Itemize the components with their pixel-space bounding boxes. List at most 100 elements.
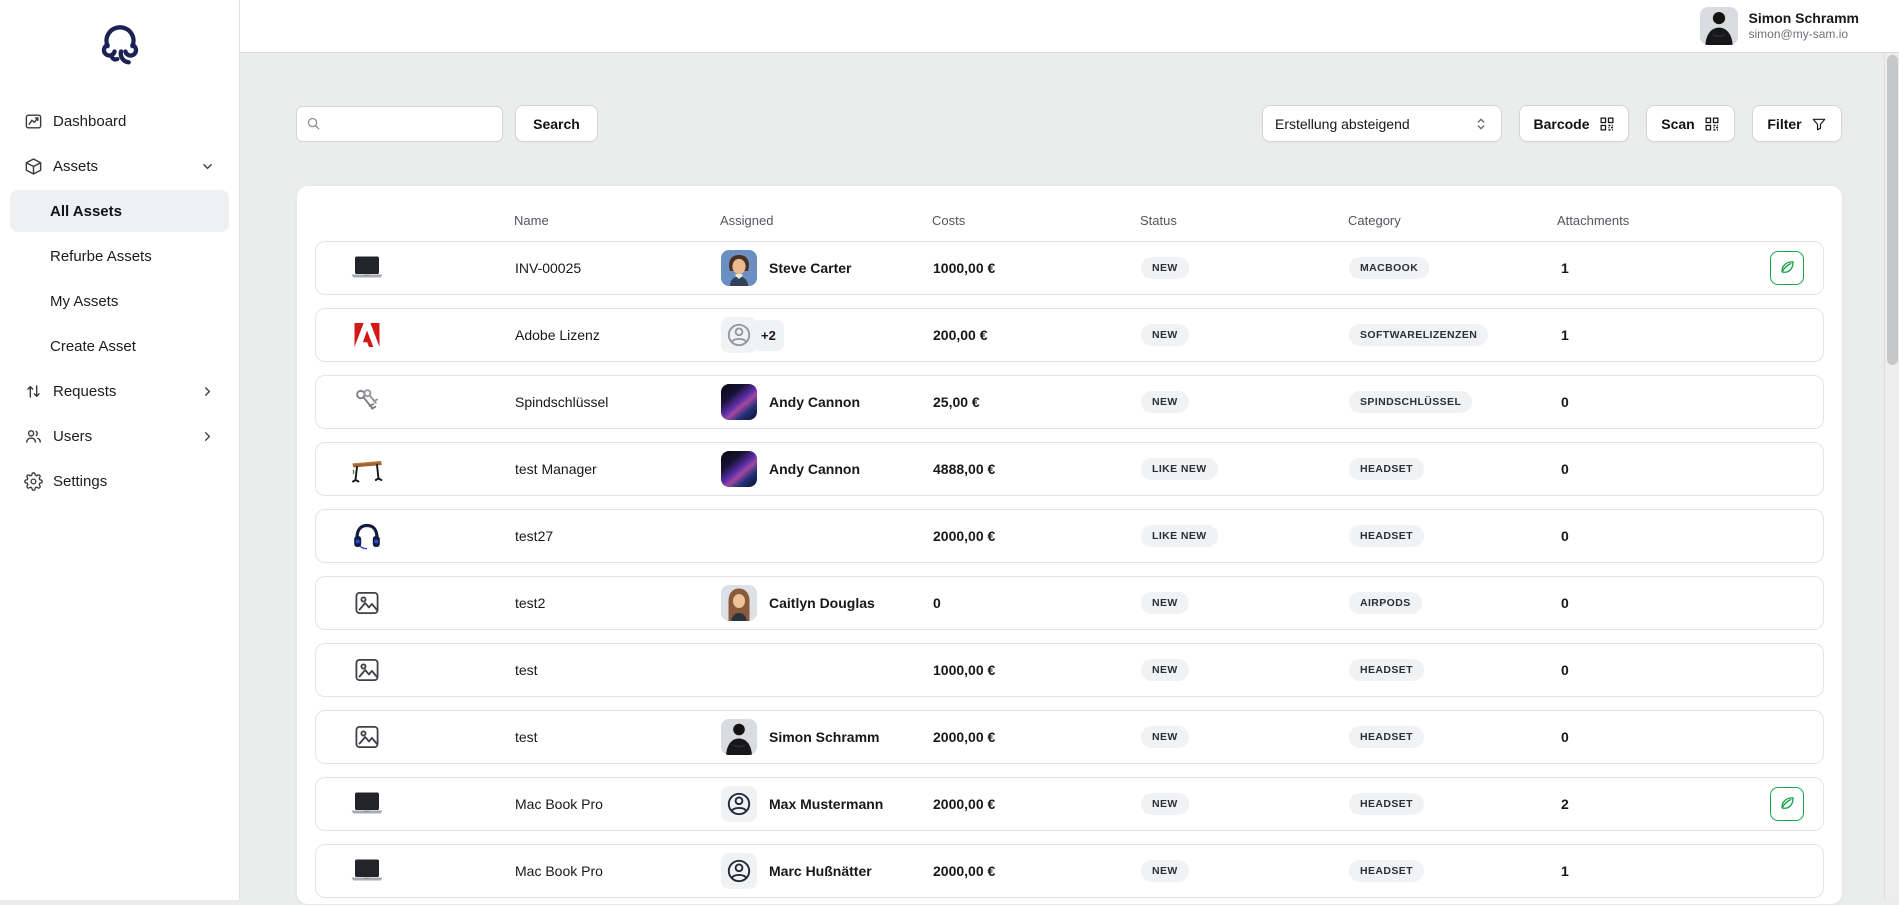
sidebar-item-dashboard[interactable]: Dashboard [10, 100, 229, 142]
gear-icon [24, 472, 43, 491]
sidebar-item-my-assets[interactable]: My Assets [10, 280, 229, 322]
sidebar-item-refurbe-assets[interactable]: Refurbe Assets [10, 235, 229, 277]
attachments-count: 1 [1558, 260, 1762, 276]
status-badge: NEW [1141, 257, 1189, 279]
sidebar-item-assets[interactable]: Assets [10, 145, 229, 187]
assets-table: NameAssignedCostsStatusCategoryAttachmen… [296, 185, 1843, 905]
table-row[interactable]: Mac Book Pro Max Mustermann 2000,00 € NE… [315, 777, 1824, 831]
sidebar-item-all-assets[interactable]: All Assets [10, 190, 229, 232]
barcode-button[interactable]: Barcode [1519, 105, 1629, 142]
user-menu[interactable]: Simon Schramm simon@my-sam.io [1700, 7, 1859, 45]
keys-thumbnail-icon [349, 384, 385, 420]
leaf-icon [1778, 258, 1796, 279]
sort-chevrons-icon [1473, 116, 1489, 132]
leaf-icon [1778, 794, 1796, 815]
column-header-name: Name [514, 213, 720, 228]
status-badge: NEW [1141, 726, 1189, 748]
status-badge: NEW [1141, 659, 1189, 681]
table-row[interactable]: test27 2000,00 € LIKE NEW HEADSET 0 [315, 509, 1824, 563]
assignee-avatar [721, 384, 757, 420]
attachments-count: 1 [1558, 327, 1762, 343]
asset-costs: 25,00 € [933, 394, 1141, 410]
qr-icon [1599, 116, 1615, 132]
user-email: simon@my-sam.io [1749, 27, 1859, 42]
attachments-count: 0 [1558, 394, 1762, 410]
search-button[interactable]: Search [515, 105, 598, 142]
category-badge: SPINDSCHLÜSSEL [1349, 391, 1472, 413]
assignee-name: Andy Cannon [769, 461, 860, 477]
category-badge: MACBOOK [1349, 257, 1429, 279]
filter-button[interactable]: Filter [1752, 105, 1842, 142]
table-row[interactable]: Adobe Lizenz +2 200,00 € NEW SOFTWARELIZ… [315, 308, 1824, 362]
scan-button[interactable]: Scan [1646, 105, 1735, 142]
asset-name: test Manager [515, 461, 721, 477]
vertical-scrollbar[interactable] [1884, 53, 1899, 900]
table-row[interactable]: INV-00025 Steve Carter 1000,00 € NEW MAC… [315, 241, 1824, 295]
asset-costs: 2000,00 € [933, 863, 1141, 879]
attachments-count: 2 [1558, 796, 1762, 812]
main-content: Search Erstellung absteigend Barcode Sca… [240, 53, 1899, 900]
asset-costs: 1000,00 € [933, 260, 1141, 276]
adobe-thumbnail-icon [349, 317, 385, 353]
column-header-status: Status [1140, 213, 1348, 228]
macbook-thumbnail-icon [349, 250, 385, 286]
headset-thumbnail-icon [349, 518, 385, 554]
table-row[interactable]: test Manager Andy Cannon 4888,00 € LIKE … [315, 442, 1824, 496]
category-badge: HEADSET [1349, 726, 1424, 748]
sidebar-item-settings[interactable]: Settings [10, 460, 229, 502]
category-badge: HEADSET [1349, 525, 1424, 547]
sidebar: Dashboard Assets All Assets Refurbe Asse… [0, 0, 240, 900]
assignee-avatar [721, 451, 757, 487]
topbar: Simon Schramm simon@my-sam.io [240, 0, 1899, 53]
assignee-avatar [721, 786, 757, 822]
table-row[interactable]: test2 Caitlyn Douglas 0 NEW AIRPODS 0 [315, 576, 1824, 630]
sidebar-item-create-asset[interactable]: Create Asset [10, 325, 229, 367]
chevron-right-icon [200, 384, 215, 399]
desk-thumbnail-icon [349, 451, 385, 487]
sidebar-item-requests[interactable]: Requests [10, 370, 229, 412]
assignee-count-badge: +2 [753, 320, 784, 351]
transfer-icon [24, 382, 43, 401]
attachments-count: 1 [1558, 863, 1762, 879]
sustainability-button[interactable] [1770, 251, 1804, 285]
assignee-name: Andy Cannon [769, 394, 860, 410]
column-header-category: Category [1348, 213, 1557, 228]
sidebar-nav: Dashboard Assets All Assets Refurbe Asse… [0, 100, 239, 502]
sustainability-button[interactable] [1770, 787, 1804, 821]
table-row[interactable]: Spindschlüssel Andy Cannon 25,00 € NEW S… [315, 375, 1824, 429]
assignee-avatar [721, 317, 757, 353]
toolbar: Search Erstellung absteigend Barcode Sca… [296, 105, 1842, 142]
asset-name: Mac Book Pro [515, 863, 721, 879]
category-badge: SOFTWARELIZENZEN [1349, 324, 1488, 346]
sidebar-item-users[interactable]: Users [10, 415, 229, 457]
attachments-count: 0 [1558, 729, 1762, 745]
table-row[interactable]: test 1000,00 € NEW HEADSET 0 [315, 643, 1824, 697]
status-badge: LIKE NEW [1141, 525, 1218, 547]
asset-name: INV-00025 [515, 260, 721, 276]
column-header-assigned: Assigned [720, 213, 932, 228]
asset-costs: 2000,00 € [933, 729, 1141, 745]
status-badge: NEW [1141, 324, 1189, 346]
column-header-costs: Costs [932, 213, 1140, 228]
attachments-count: 0 [1558, 528, 1762, 544]
assignee-avatar [721, 585, 757, 621]
table-row[interactable]: test Simon Schramm 2000,00 € NEW HEADSET… [315, 710, 1824, 764]
octopus-logo-icon [93, 18, 147, 77]
placeholder-thumbnail-icon [349, 652, 385, 688]
asset-name: Spindschlüssel [515, 394, 721, 410]
status-badge: LIKE NEW [1141, 458, 1218, 480]
macbook-thumbnail-icon [349, 853, 385, 889]
table-row[interactable]: Mac Book Pro Marc Hußnätter 2000,00 € NE… [315, 844, 1824, 898]
assignee-name: Marc Hußnätter [769, 863, 872, 879]
attachments-count: 0 [1558, 662, 1762, 678]
status-badge: NEW [1141, 793, 1189, 815]
search-input[interactable] [296, 106, 503, 142]
asset-costs: 200,00 € [933, 327, 1141, 343]
category-badge: HEADSET [1349, 458, 1424, 480]
category-badge: HEADSET [1349, 659, 1424, 681]
sort-select[interactable]: Erstellung absteigend [1262, 105, 1502, 142]
asset-costs: 4888,00 € [933, 461, 1141, 477]
asset-costs: 0 [933, 595, 1141, 611]
scrollbar-thumb[interactable] [1887, 55, 1898, 365]
app-logo[interactable] [0, 12, 239, 82]
